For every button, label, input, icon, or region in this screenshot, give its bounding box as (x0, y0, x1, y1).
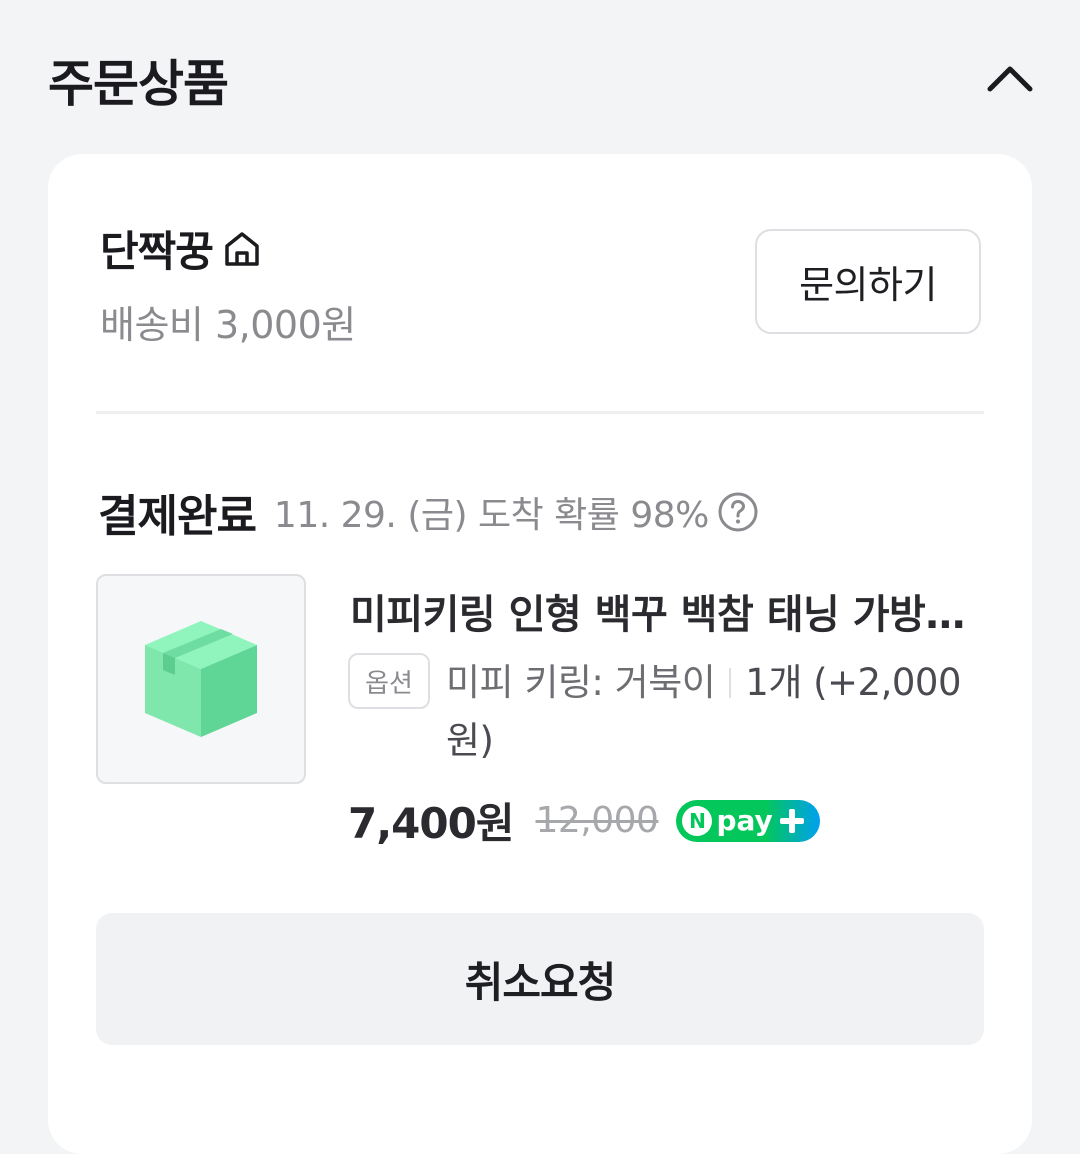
home-icon (221, 227, 265, 271)
option-separator (729, 668, 732, 698)
seller-name[interactable]: 단짝꿍 (100, 218, 214, 279)
npay-label: pay (716, 804, 773, 837)
original-price: 12,000 (535, 800, 659, 841)
seller-row[interactable]: 단짝꿍 (100, 218, 265, 279)
order-status-row: 결제완료 11. 29. (금) 도착 확률 98% (98, 480, 761, 544)
product-thumbnail[interactable] (96, 574, 306, 784)
divider (96, 411, 984, 414)
section-title: 주문상품 (48, 55, 229, 113)
option-name: 미피 키링: 거북이 (446, 661, 716, 704)
price-row: 7,400원 12,000 N pay (348, 790, 821, 851)
collapse-button[interactable] (982, 50, 1038, 106)
inquiry-button[interactable]: 문의하기 (755, 229, 981, 334)
order-status: 결제완료 (98, 491, 257, 542)
order-card: 단짝꿍 배송비 3,000원 문의하기 결제완료 11. 29. (금) 도착 … (48, 154, 1032, 1154)
question-circle-icon[interactable] (717, 490, 761, 534)
npay-plus-badge: N pay (676, 799, 821, 842)
chevron-up-icon (987, 66, 1033, 92)
order-products-header: 주문상품 (48, 38, 1038, 128)
shipping-fee: 배송비 3,000원 (100, 303, 356, 347)
plus-icon (779, 808, 804, 833)
option-details: 미피 키링: 거북이 1개 (+2,000원) (446, 654, 986, 770)
product-title[interactable]: 미피키링 인형 백꾸 백참 태닝 가방고리 (350, 582, 980, 640)
cancel-request-button[interactable]: 취소요청 (96, 913, 984, 1045)
sale-price: 7,400원 (348, 799, 514, 848)
box-icon (145, 621, 257, 737)
option-badge: 옵션 (348, 653, 430, 709)
arrival-estimate: 11. 29. (금) 도착 확률 98% (273, 495, 709, 536)
npay-n-logo: N (682, 805, 713, 836)
